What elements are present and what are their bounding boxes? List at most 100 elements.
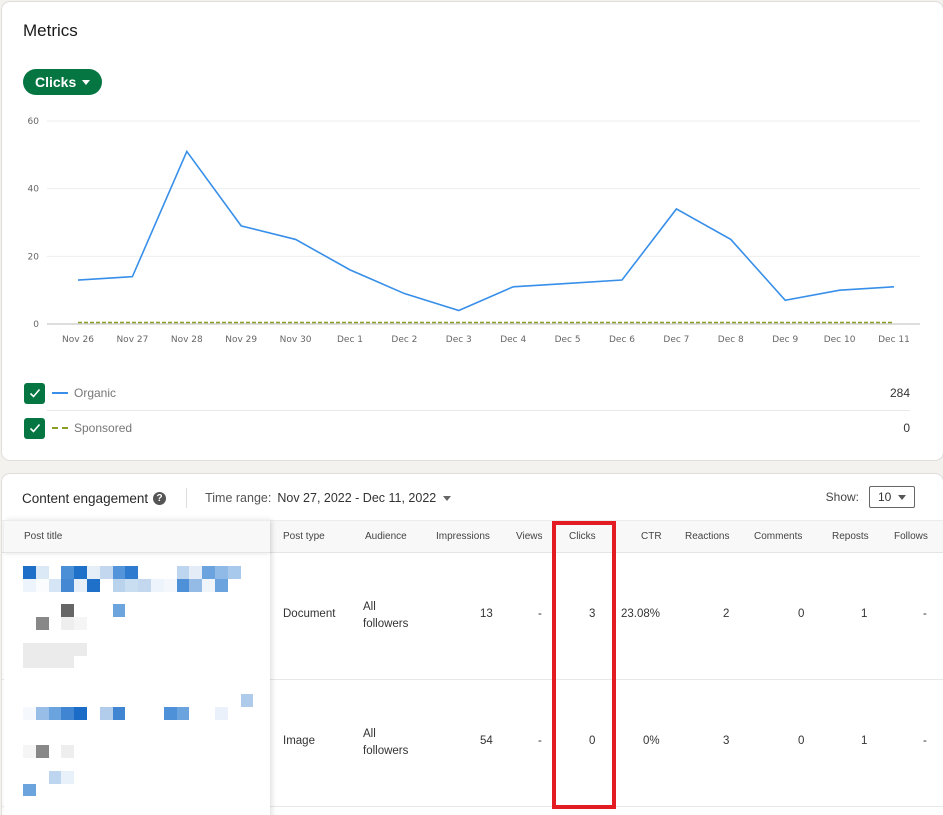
- x-tick-label: Nov 30: [280, 335, 312, 345]
- cell-audience: All followers: [363, 601, 409, 630]
- column-header-clicks[interactable]: Clicks: [569, 521, 596, 552]
- x-tick-label: Dec 10: [824, 335, 856, 345]
- redacted-pixel: [151, 578, 164, 592]
- redacted-pixel: [61, 706, 75, 720]
- redacted-pixel: [99, 706, 113, 720]
- show-count-value: 10: [878, 490, 892, 504]
- redacted-pixel: [23, 578, 36, 592]
- help-icon[interactable]: ?: [153, 491, 167, 505]
- column-header-views[interactable]: Views: [516, 521, 543, 552]
- y-axis-ticks: 0 20 40 60: [28, 117, 40, 330]
- x-tick-label: Dec 7: [663, 335, 689, 345]
- redacted-pixel: [61, 770, 75, 784]
- redacted-pixel: [176, 578, 190, 592]
- caret-down-icon: [443, 495, 452, 501]
- check-icon: [29, 388, 40, 398]
- cell-reactions: 2: [723, 608, 730, 620]
- redacted-pixel: [35, 706, 49, 720]
- chart-grid: [47, 120, 920, 325]
- redacted-pixel: [176, 566, 190, 579]
- cell-audience: All followers: [363, 728, 409, 757]
- redacted-pixel: [112, 706, 126, 720]
- redacted-pixel: [48, 655, 62, 669]
- redacted-pixel: [112, 566, 126, 579]
- x-tick-label: Dec 1: [337, 335, 363, 345]
- cell-reposts: 1: [861, 608, 868, 620]
- redacted-pixel: [163, 578, 177, 592]
- redacted-pixel: [189, 566, 203, 579]
- redacted-pixel: [74, 566, 87, 579]
- redacted-pixel: [23, 706, 36, 720]
- engagement-title: Content engagement: [22, 490, 149, 506]
- column-header-reactions[interactable]: Reactions: [685, 521, 729, 552]
- cell-ctr: 0%: [643, 735, 660, 747]
- cell-views: -: [538, 608, 542, 620]
- redacted-pixel: [87, 566, 100, 579]
- organic-checkbox[interactable]: [24, 382, 45, 404]
- redacted-pixel: [99, 566, 113, 579]
- cell-clicks: 3: [589, 608, 596, 620]
- time-range-dropdown[interactable]: Nov 27, 2022 - Dec 11, 2022: [277, 491, 452, 505]
- x-axis-ticks: Nov 26 Nov 27 Nov 28 Nov 29 Nov 30 Dec 1 Dec 2…: [62, 335, 910, 345]
- cell-impressions: 13: [480, 608, 493, 620]
- show-count-control: Show: 10: [826, 486, 915, 508]
- show-label: Show:: [825, 490, 859, 504]
- cell-follows: -: [923, 735, 927, 747]
- redacted-pixel: [35, 617, 49, 630]
- column-header-post-title[interactable]: Post title: [4, 520, 270, 553]
- column-header-ctr[interactable]: CTR: [641, 521, 662, 552]
- cell-comments: 0: [798, 608, 805, 620]
- redacted-pixel: [74, 706, 87, 720]
- metrics-card: Metrics Clicks 0 20 40 60 Nov 26 Nov 27 Nov 2…: [2, 2, 943, 460]
- x-tick-label: Dec 2: [391, 335, 417, 345]
- redacted-pixel: [215, 706, 228, 720]
- column-header-impressions[interactable]: Impressions: [436, 521, 490, 552]
- x-tick-label: Dec 8: [718, 335, 744, 345]
- redacted-pixel: [61, 745, 75, 758]
- redacted-pixel: [23, 566, 36, 579]
- show-count-select[interactable]: 10: [869, 486, 915, 508]
- redacted-pixel: [227, 566, 241, 579]
- sponsored-checkbox[interactable]: [24, 417, 45, 439]
- column-header-comments[interactable]: Comments: [754, 521, 802, 552]
- y-tick-label: 20: [28, 252, 40, 262]
- redacted-pixel: [61, 642, 75, 656]
- redacted-pixel: [125, 578, 139, 592]
- cell-follows: -: [923, 608, 927, 620]
- caret-down-icon: [898, 494, 906, 500]
- legend-row-sponsored: Sponsored 0: [24, 412, 910, 444]
- redacted-pixel: [61, 655, 75, 669]
- x-tick-label: Dec 9: [772, 335, 798, 345]
- chart-series: [77, 149, 895, 324]
- column-header-reposts[interactable]: Reposts: [832, 521, 869, 552]
- y-tick-label: 40: [28, 185, 40, 195]
- redacted-pixel: [138, 578, 151, 592]
- redacted-pixel: [176, 706, 190, 720]
- redacted-pixel: [74, 642, 87, 656]
- column-header-follows[interactable]: Follows: [894, 521, 928, 552]
- redacted-pixel: [240, 694, 254, 707]
- column-header-audience[interactable]: Audience: [365, 521, 407, 552]
- redacted-pixel: [48, 578, 62, 592]
- redacted-pixel: [35, 566, 49, 579]
- organic-line-swatch: [52, 392, 68, 394]
- clicks-line-chart: 0 20 40 60 Nov 26 Nov 27 Nov 28 Nov 29 Nov 30 De…: [28, 117, 920, 345]
- x-tick-label: Nov 29: [225, 335, 257, 345]
- redacted-pixel: [74, 578, 87, 592]
- redacted-pixel: [125, 566, 139, 579]
- redacted-pixel: [202, 578, 215, 592]
- check-icon: [29, 423, 40, 433]
- x-tick-label: Nov 26: [62, 335, 94, 345]
- x-tick-label: Nov 28: [171, 335, 203, 345]
- x-tick-label: Dec 5: [555, 335, 581, 345]
- time-range-label: Time range:: [205, 491, 272, 505]
- legend-label-organic: Organic: [74, 386, 117, 400]
- column-header-post-type[interactable]: Post type: [283, 521, 325, 552]
- redacted-pixel: [48, 706, 62, 720]
- cell-impressions: 54: [480, 735, 493, 747]
- redacted-pixel: [112, 578, 126, 592]
- x-tick-label: Dec 4: [500, 335, 526, 345]
- sponsored-line-swatch: [52, 427, 68, 429]
- redacted-pixel: [23, 655, 36, 669]
- cell-clicks: 0: [589, 735, 596, 747]
